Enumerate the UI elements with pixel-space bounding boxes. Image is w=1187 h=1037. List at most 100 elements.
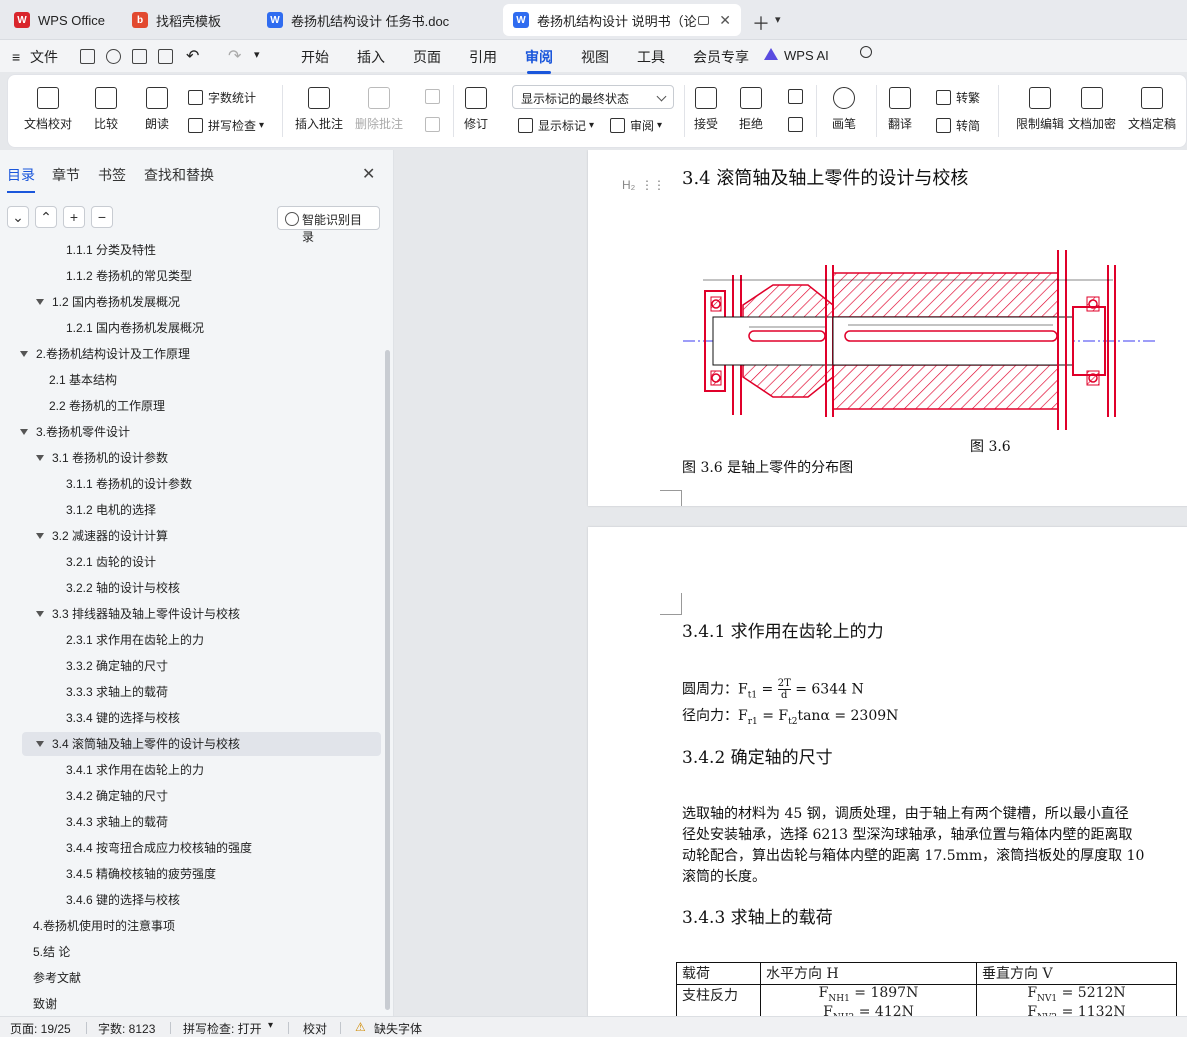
proofread-button[interactable]: 文档校对: [24, 87, 72, 132]
share-icon[interactable]: [106, 49, 121, 64]
menu-view[interactable]: 视图: [581, 47, 609, 67]
prev-change-icon[interactable]: [788, 89, 803, 104]
toc-item[interactable]: 3.4.5 精确校核轴的疲劳强度: [66, 862, 216, 886]
undo-icon[interactable]: ↶: [186, 46, 199, 66]
redo-icon[interactable]: ↷: [228, 46, 241, 66]
expand-triangle-icon[interactable]: [36, 533, 44, 539]
accept-button[interactable]: 接受: [694, 87, 718, 132]
toc-item[interactable]: 2.1 基本结构: [49, 368, 117, 392]
tab-task-doc[interactable]: W 卷扬机结构设计 任务书.doc: [257, 4, 497, 36]
menu-page[interactable]: 页面: [413, 47, 441, 67]
to-simplified-button[interactable]: 转简: [936, 117, 980, 134]
expand-triangle-icon[interactable]: [36, 299, 44, 305]
toc-item[interactable]: 3.3.4 键的选择与校核: [66, 706, 180, 730]
spell-check-status[interactable]: 拼写检查: 打开: [183, 1020, 262, 1037]
translate-button[interactable]: 翻译: [888, 87, 912, 132]
expand-triangle-icon[interactable]: [20, 429, 28, 435]
close-tab-icon[interactable]: ✕: [719, 12, 731, 29]
chevron-down-icon[interactable]: ▾: [268, 1020, 273, 1031]
prev-comment-icon[interactable]: [425, 89, 440, 104]
proofread-status[interactable]: 校对: [303, 1020, 327, 1037]
expand-triangle-icon[interactable]: [20, 351, 28, 357]
toc-item[interactable]: 3.4.3 求轴上的载荷: [66, 810, 168, 834]
word-count-button[interactable]: 字数统计: [188, 89, 256, 106]
next-change-icon[interactable]: [788, 117, 803, 132]
review-pane-button[interactable]: 审阅 ▾: [610, 117, 662, 134]
toc-item[interactable]: 2.卷扬机结构设计及工作原理: [20, 342, 190, 366]
search-icon[interactable]: [860, 46, 872, 58]
toc-item[interactable]: 3.3.2 确定轴的尺寸: [66, 654, 168, 678]
menu-reference[interactable]: 引用: [469, 47, 497, 67]
read-aloud-button[interactable]: 朗读: [145, 87, 169, 132]
chevron-down-icon[interactable]: ▾: [775, 13, 781, 26]
print-preview-icon[interactable]: [158, 49, 173, 64]
close-panel-icon[interactable]: ✕: [362, 164, 375, 184]
menu-tools[interactable]: 工具: [637, 47, 665, 67]
markup-state-select[interactable]: 显示标记的最终状态: [512, 85, 674, 109]
toc-item[interactable]: 1.1.1 分类及特性: [66, 244, 156, 262]
insert-comment-button[interactable]: 插入批注: [295, 87, 343, 132]
toc-item[interactable]: 5.结 论: [33, 940, 70, 964]
tab-toc[interactable]: 目录: [7, 165, 35, 193]
toc-item[interactable]: 3.4.4 按弯扭合成应力校核轴的强度: [66, 836, 252, 860]
toc-item[interactable]: 3.2 减速器的设计计算: [36, 524, 168, 548]
missing-font-status[interactable]: 缺失字体: [374, 1020, 422, 1037]
toc-item[interactable]: 3.4.6 键的选择与校核: [66, 888, 180, 912]
delete-comment-button[interactable]: 删除批注: [355, 87, 403, 132]
tab-manual-doc[interactable]: W 卷扬机结构设计 说明书（论文 ✕: [503, 4, 741, 36]
add-level-icon[interactable]: +: [63, 206, 85, 228]
page-indicator[interactable]: 页面: 19/25: [10, 1020, 71, 1037]
toc-item[interactable]: 3.2.1 齿轮的设计: [66, 550, 156, 574]
toc-item[interactable]: 3.4 滚筒轴及轴上零件的设计与校核: [22, 732, 381, 756]
toc-item[interactable]: 致谢: [33, 992, 57, 1016]
toc-item[interactable]: 3.1 卷扬机的设计参数: [36, 446, 168, 470]
toc-scrollbar[interactable]: [385, 350, 390, 1010]
window-monitor-icon[interactable]: [698, 15, 709, 25]
collapse-up-icon[interactable]: ⌃: [35, 206, 57, 228]
toc-item[interactable]: 1.2 国内卷扬机发展概况: [36, 290, 180, 314]
quick-access-more-icon[interactable]: ▾: [254, 48, 260, 61]
hamburger-icon[interactable]: ≡: [12, 49, 20, 65]
expand-triangle-icon[interactable]: [36, 455, 44, 461]
toc-item[interactable]: 3.1.2 电机的选择: [66, 498, 156, 522]
toc-item[interactable]: 2.2 卷扬机的工作原理: [49, 394, 165, 418]
tab-chapters[interactable]: 章节: [52, 165, 80, 185]
menu-vip[interactable]: 会员专享: [693, 47, 749, 67]
print-icon[interactable]: [132, 49, 147, 64]
finalize-button[interactable]: 文档定稿: [1128, 87, 1176, 132]
menu-insert[interactable]: 插入: [357, 47, 385, 67]
to-traditional-button[interactable]: 转繁: [936, 89, 980, 106]
compare-button[interactable]: 比较: [94, 87, 118, 132]
tab-find-replace[interactable]: 查找和替换: [144, 165, 214, 185]
toc-item[interactable]: 3.3.3 求轴上的载荷: [66, 680, 168, 704]
toc-item[interactable]: 3.4.2 确定轴的尺寸: [66, 784, 168, 808]
toc-item[interactable]: 1.1.2 卷扬机的常见类型: [66, 264, 192, 288]
tab-bookmarks[interactable]: 书签: [98, 165, 126, 185]
tab-wps-office[interactable]: W WPS Office: [4, 4, 118, 36]
toc-item[interactable]: 2.3.1 求作用在齿轮上的力: [66, 628, 204, 652]
toc-item[interactable]: 3.3 排线器轴及轴上零件设计与校核: [36, 602, 240, 626]
toc-item[interactable]: 参考文献: [33, 966, 81, 990]
menu-start[interactable]: 开始: [301, 47, 329, 67]
toc-item[interactable]: 3.4.1 求作用在齿轮上的力: [66, 758, 204, 782]
reject-button[interactable]: 拒绝: [739, 87, 763, 132]
word-count-indicator[interactable]: 字数: 8123: [98, 1020, 155, 1037]
tab-template[interactable]: b 找稻壳模板: [122, 4, 250, 36]
expand-triangle-icon[interactable]: [36, 611, 44, 617]
expand-triangle-icon[interactable]: [36, 741, 44, 747]
smart-toc-button[interactable]: 智能识别目录: [277, 206, 380, 244]
toc-item[interactable]: 1.2.1 国内卷扬机发展概况: [66, 316, 204, 340]
next-comment-icon[interactable]: [425, 117, 440, 132]
encrypt-button[interactable]: 文档加密: [1068, 87, 1116, 132]
ink-button[interactable]: 画笔: [832, 87, 856, 132]
show-markup-button[interactable]: 显示标记 ▾: [518, 117, 594, 134]
toc-item[interactable]: 4.卷扬机使用时的注意事项: [33, 914, 175, 938]
spell-check-button[interactable]: 拼写检查 ▾: [188, 117, 264, 134]
toc-item[interactable]: 3.1.1 卷扬机的设计参数: [66, 472, 192, 496]
toc-item[interactable]: 3.卷扬机零件设计: [20, 420, 130, 444]
collapse-down-icon[interactable]: ⌄: [7, 206, 29, 228]
save-icon[interactable]: [80, 49, 95, 64]
menu-review[interactable]: 审阅: [525, 47, 553, 74]
track-changes-button[interactable]: 修订: [464, 87, 488, 132]
menu-file[interactable]: 文件: [30, 47, 58, 67]
